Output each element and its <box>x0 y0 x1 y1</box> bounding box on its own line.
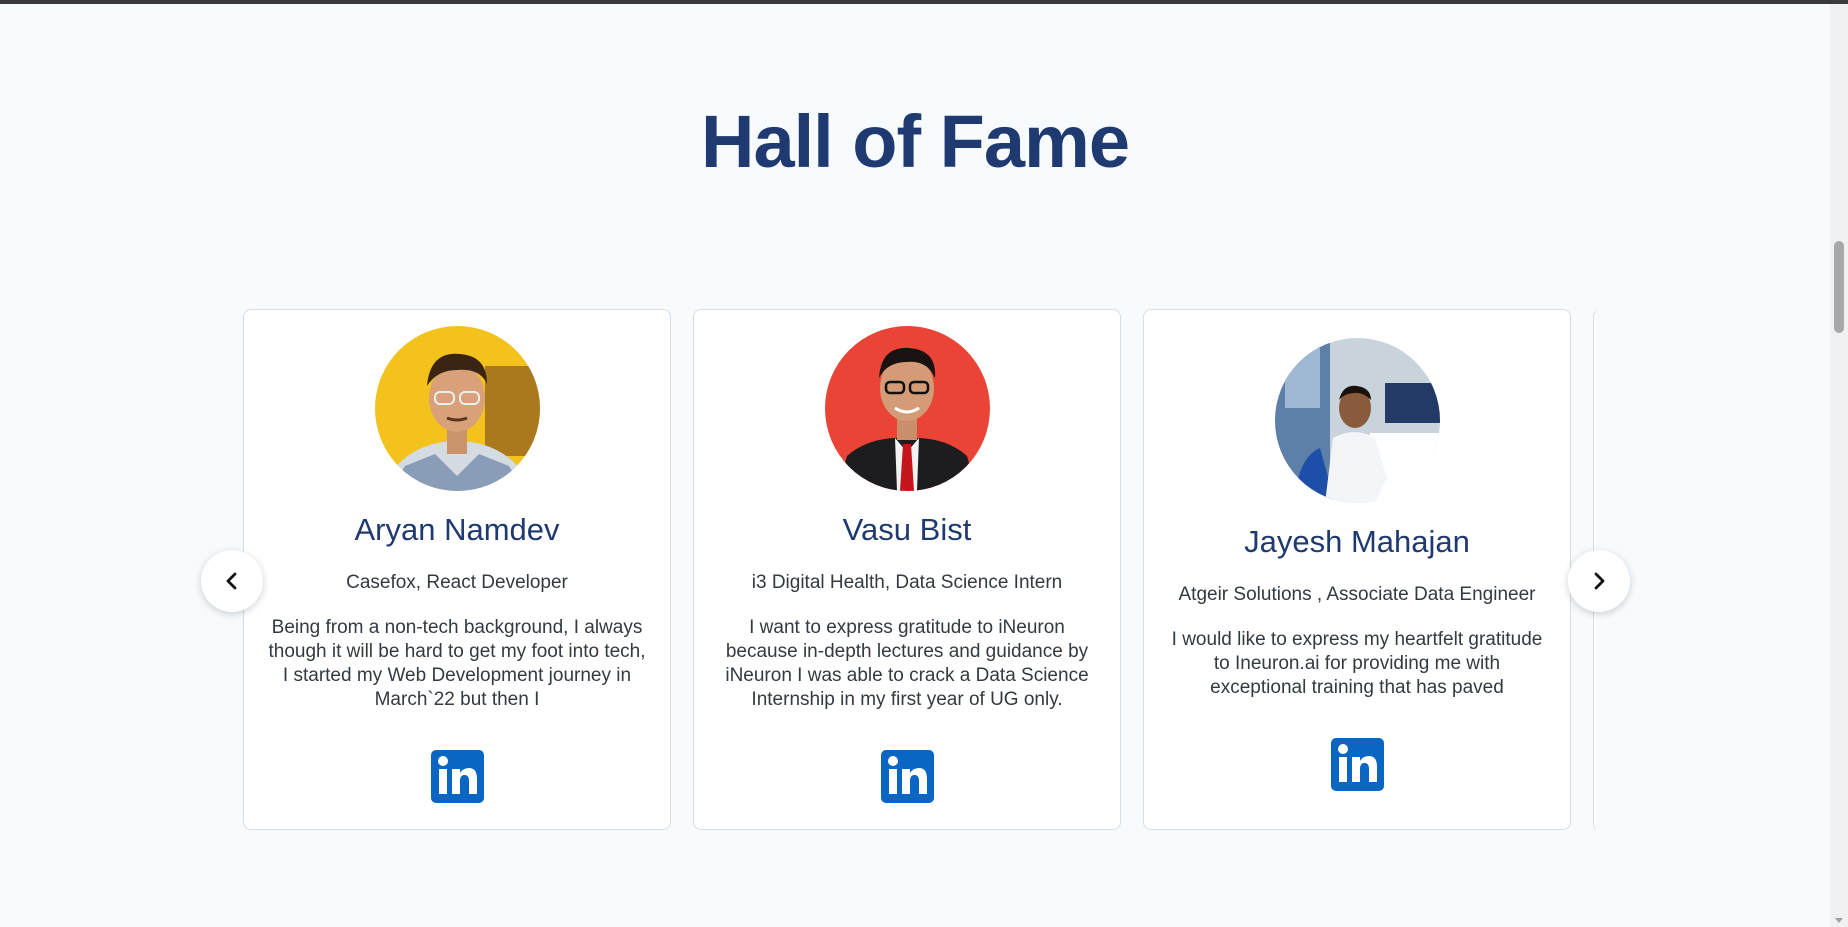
person-name: Vasu Bist <box>842 512 972 547</box>
person-name: Jayesh Mahajan <box>1244 524 1470 559</box>
chevron-left-icon <box>226 572 237 590</box>
testimonial-card: Jayesh Mahajan Atgeir Solutions , Associ… <box>1143 309 1571 830</box>
hall-of-fame-section: Hall of Fame Aryan Namdev Casefox, React… <box>0 4 1830 927</box>
testimonial-quote: I want to express gratitude to iNeuron b… <box>725 617 1089 710</box>
linkedin-icon[interactable] <box>431 750 484 803</box>
linkedin-icon[interactable] <box>1331 738 1384 791</box>
scroll-down-arrow-icon[interactable] <box>1835 918 1843 923</box>
scrollbar-thumb[interactable] <box>1834 241 1844 333</box>
person-role: Atgeir Solutions , Associate Data Engine… <box>1178 584 1536 605</box>
page-scrollbar[interactable] <box>1830 4 1848 927</box>
avatar <box>825 326 990 491</box>
chevron-right-icon <box>1594 572 1605 590</box>
carousel-next-button[interactable] <box>1568 550 1630 612</box>
person-name: Aryan Namdev <box>354 512 560 547</box>
testimonial-quote: I would like to express my heartfelt gra… <box>1171 629 1543 698</box>
avatar <box>1275 338 1440 503</box>
person-role: Casefox, React Developer <box>346 572 568 593</box>
testimonial-carousel: Aryan Namdev Casefox, React Developer Be… <box>243 304 1596 834</box>
avatar <box>375 326 540 491</box>
testimonial-card: Aryan Namdev Casefox, React Developer Be… <box>243 309 671 830</box>
person-role: i3 Digital Health, Data Science Intern <box>751 572 1063 593</box>
linkedin-icon[interactable] <box>881 750 934 803</box>
testimonial-card: Vasu Bist i3 Digital Health, Data Scienc… <box>693 309 1121 830</box>
testimonial-quote: Being from a non-tech background, I alwa… <box>268 617 646 710</box>
section-title: Hall of Fame <box>701 100 1130 183</box>
carousel-prev-button[interactable] <box>201 550 263 612</box>
